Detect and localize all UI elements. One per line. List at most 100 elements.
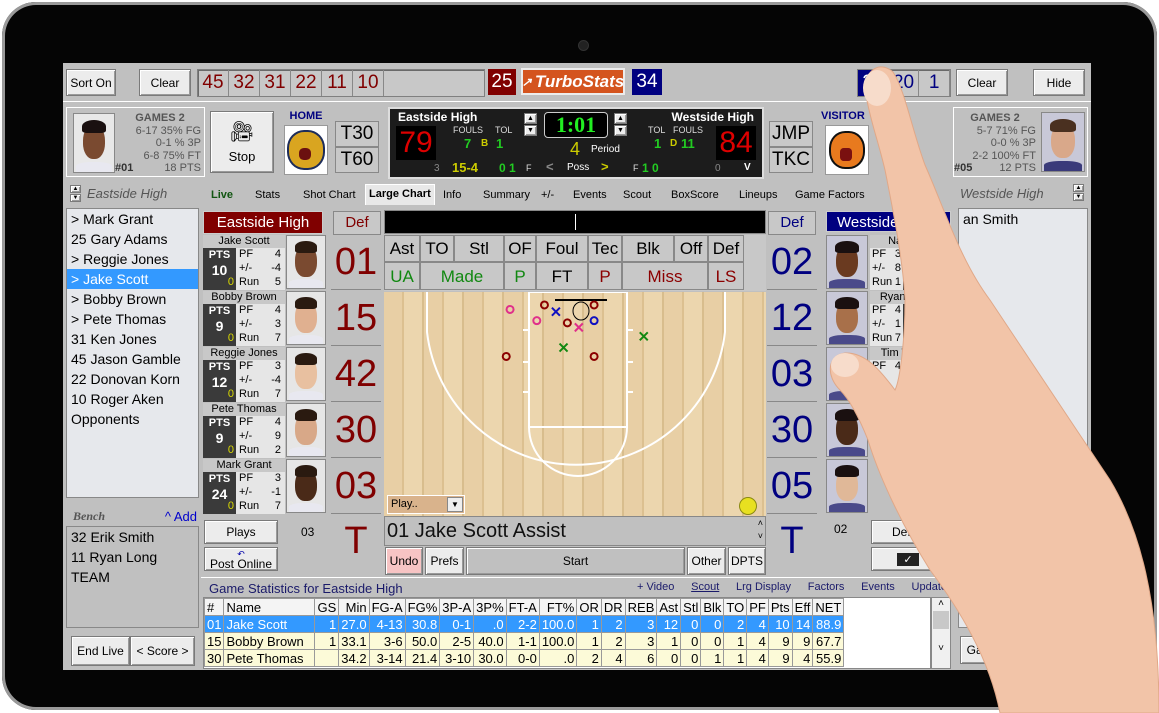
visitor-player-card[interactable]	[826, 403, 950, 459]
defense-button[interactable]: Defen	[871, 520, 945, 544]
prefs-button[interactable]: Prefs	[425, 547, 464, 575]
home-jersey-button[interactable]: 45	[198, 70, 229, 96]
home-player-card[interactable]: Jake Scott PTS 10 0 PF 4 +/- -4 Run 5	[203, 235, 327, 291]
column-header[interactable]: OR	[576, 598, 602, 616]
scroll-down-icon[interactable]: ˅	[932, 643, 950, 654]
action-result-ls[interactable]: LS	[708, 262, 744, 290]
score-button[interactable]: < Score >	[130, 636, 195, 666]
home-jersey-number[interactable]: 42	[331, 347, 381, 402]
scroll-thumb[interactable]	[933, 611, 949, 629]
scroll-up-icon[interactable]: ˄	[932, 598, 950, 609]
visitor-jersey-number[interactable]: 05	[767, 459, 817, 514]
visitor-player-card[interactable]	[826, 459, 950, 515]
visitor-jersey-button[interactable]: 1	[919, 70, 951, 96]
home-timeout-t30[interactable]: T30	[335, 121, 379, 147]
clock-down-right[interactable]: ▼	[614, 125, 627, 136]
other-button[interactable]: Other	[687, 547, 726, 575]
shot-missed-marker[interactable]	[639, 331, 649, 342]
action-off[interactable]: Off	[674, 235, 708, 262]
shot-missed-marker[interactable]	[574, 322, 584, 333]
film-review-button[interactable]: ✓	[871, 547, 945, 571]
visitor-def-label[interactable]: Def	[768, 211, 816, 235]
tab--[interactable]: +/-	[541, 186, 554, 204]
visitor-jersey-number[interactable]: 02	[767, 235, 817, 290]
action-result-p[interactable]: P	[588, 262, 622, 290]
column-header[interactable]: #	[204, 598, 225, 616]
action-result-p[interactable]: P	[504, 262, 536, 290]
roster-item[interactable]: 45 Jason Gamble	[67, 349, 198, 369]
action-blk[interactable]: Blk	[622, 235, 674, 262]
column-header[interactable]: Eff	[791, 598, 814, 616]
team-scroll-down[interactable]: ▼	[70, 194, 81, 202]
home-jersey-button[interactable]: 22	[291, 70, 322, 96]
visitor-team-t[interactable]: T	[767, 515, 817, 567]
tab-shot-chart[interactable]: Shot Chart	[303, 186, 356, 204]
shot-missed-marker[interactable]	[551, 306, 561, 317]
visitor-selected-jersey[interactable]: 34	[632, 69, 662, 95]
column-header[interactable]: PF	[746, 598, 769, 616]
home-jersey-number[interactable]: 01	[331, 235, 381, 290]
table-row[interactable]: 01 Jake Scott 1 27.0 4-13 30.8 0-1.0 2-2 100.0 1 2…	[204, 615, 845, 633]
column-header[interactable]: Blk	[700, 598, 725, 616]
tab-scout[interactable]: Scout	[623, 186, 651, 204]
poss-left-arrow[interactable]: <	[546, 159, 554, 174]
stats-scrollbar[interactable]: ˄ ˅	[931, 597, 951, 669]
clock-up-left[interactable]: ▲	[524, 113, 537, 124]
stats-link-update[interactable]: Update	[912, 581, 947, 595]
shot-chart-court[interactable]: Play.. ▼	[384, 292, 766, 516]
clear-home-button[interactable]: Clear	[139, 69, 191, 96]
home-jersey-number[interactable]: 15	[331, 291, 381, 346]
column-header[interactable]: TO	[723, 598, 748, 616]
visitor-player-card[interactable]: Tim Thomas PF 4 +/- Run PTS 9 0	[826, 347, 952, 403]
tab-stats[interactable]: Stats	[255, 186, 280, 204]
stats-link--video[interactable]: + Video	[637, 581, 674, 595]
poss-right-arrow[interactable]: >	[601, 159, 609, 174]
right-roster-item[interactable]: an Smith	[959, 209, 1087, 229]
shot-made-marker[interactable]	[501, 351, 511, 361]
tab-summary[interactable]: Summary	[483, 186, 530, 204]
home-jersey-button[interactable]: 31	[260, 70, 291, 96]
home-jersey-button[interactable]: 32	[229, 70, 260, 96]
visitor-jersey-number[interactable]: 03	[767, 347, 817, 402]
shot-made-marker[interactable]	[505, 304, 515, 314]
roster-item[interactable]: > Mark Grant	[67, 209, 198, 229]
action-result-made[interactable]: Made	[420, 262, 504, 290]
clear-visitor-button[interactable]: Clear	[956, 69, 1008, 96]
column-header[interactable]: Stl	[680, 598, 702, 616]
column-header[interactable]: Ast	[656, 598, 682, 616]
home-jersey-button[interactable]: 10	[353, 70, 384, 96]
tab-info[interactable]: Info	[443, 186, 461, 204]
visitor-jersey-number[interactable]: 30	[767, 403, 817, 458]
home-player-card[interactable]: Mark Grant PTS 24 0 PF 3 +/- -1 Run 7	[203, 459, 327, 515]
home-player-card[interactable]: Bobby Brown PTS 9 0 PF 4 +/- 3 Run 7	[203, 291, 327, 347]
home-def-label[interactable]: Def	[333, 211, 381, 235]
scout-button[interactable]: Sc	[1013, 636, 1065, 664]
action-result-ft[interactable]: FT	[536, 262, 588, 290]
column-header[interactable]: NET	[812, 598, 845, 616]
column-header[interactable]: Pts	[767, 598, 793, 616]
home-timeout-t60[interactable]: T60	[335, 147, 379, 173]
home-selected-jersey[interactable]: 25	[488, 69, 516, 95]
stats-link-factors[interactable]: Factors	[808, 581, 845, 595]
tab-boxscore[interactable]: BoxScore	[671, 186, 719, 204]
clock-down-left[interactable]: ▼	[524, 125, 537, 136]
games-button[interactable]: Games	[960, 636, 1012, 664]
visitor-jersey-number[interactable]: 12	[767, 291, 817, 346]
action-result-miss[interactable]: Miss	[622, 262, 708, 290]
start-button[interactable]: Start	[466, 547, 685, 575]
dpts-button[interactable]: DPTS	[728, 547, 766, 575]
column-header[interactable]: 3P-A	[439, 598, 475, 616]
tab-events[interactable]: Events	[573, 186, 607, 204]
plays-button[interactable]: Plays	[204, 520, 278, 544]
basketball-icon[interactable]	[739, 497, 757, 515]
tab-lineups[interactable]: Lineups	[739, 186, 778, 204]
log-scroll-down[interactable]: ˅	[758, 531, 763, 541]
shot-made-marker[interactable]	[589, 300, 599, 310]
stats-link-events[interactable]: Events	[861, 581, 895, 595]
home-player-card[interactable]: Pete Thomas PTS 9 0 PF 4 +/- 9 Run 2	[203, 403, 327, 459]
undo-button[interactable]: Undo	[385, 547, 423, 575]
hide-button[interactable]: Hide	[1033, 69, 1085, 96]
right-team-scroll-down[interactable]: ▼	[1073, 193, 1084, 201]
log-scroll-up[interactable]: ˄	[758, 518, 763, 528]
right-team-scroll-up[interactable]: ▲	[1073, 184, 1084, 192]
